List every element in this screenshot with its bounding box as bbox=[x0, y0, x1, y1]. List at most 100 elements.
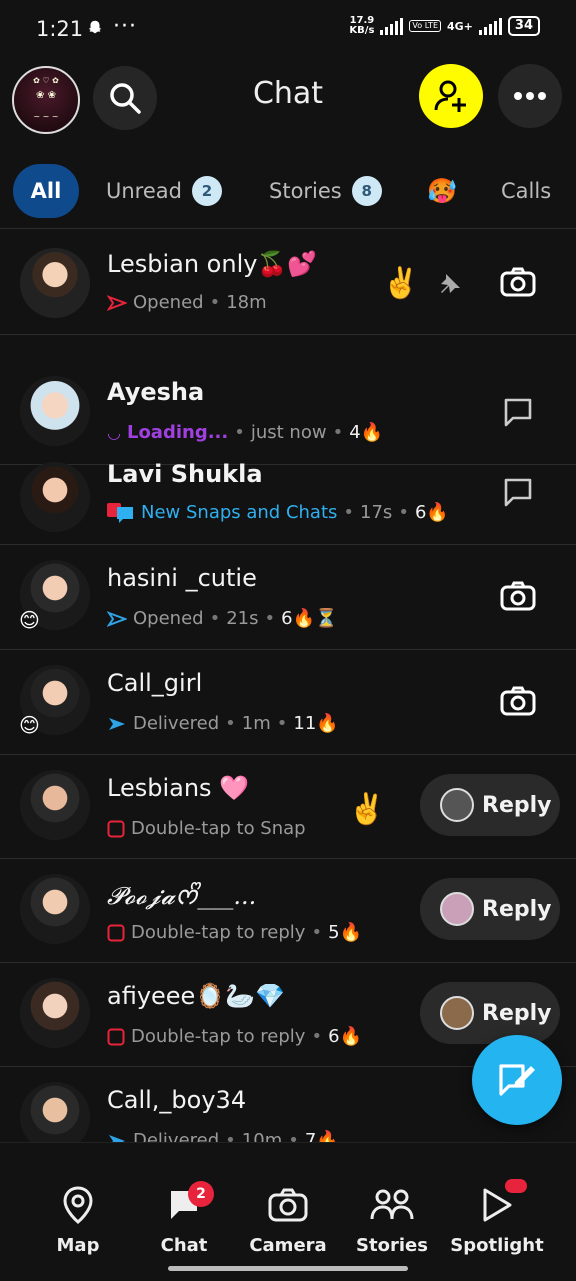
chat-row[interactable]: 😊 Call_girl Delivered • 1m • 11🔥 bbox=[0, 649, 576, 753]
camera-button[interactable] bbox=[498, 576, 538, 616]
camera-icon bbox=[500, 267, 536, 297]
status-icons: 17.9 KB/s Vo LTE 4G+ 34 bbox=[349, 16, 540, 36]
chat-status: Double-tap to Snap bbox=[107, 818, 306, 839]
net-speed: 17.9 KB/s bbox=[349, 16, 374, 36]
chat-time: 17s bbox=[360, 502, 393, 523]
opened-arrow-icon bbox=[107, 610, 127, 627]
signal-icon bbox=[380, 17, 404, 35]
chat-status: ◡ Loading... • just now • 4🔥 bbox=[107, 422, 384, 443]
chat-time: 10m bbox=[241, 1130, 283, 1142]
chat-button[interactable] bbox=[498, 472, 538, 512]
nav-label: Map bbox=[56, 1235, 100, 1256]
chat-name: Lavi Shukla bbox=[107, 460, 263, 488]
camera-icon bbox=[500, 581, 536, 611]
chat-status: Double-tap to reply • 6🔥 bbox=[107, 1026, 362, 1047]
chat-bubble-icon bbox=[504, 398, 532, 427]
streak-count: 6🔥⏳ bbox=[281, 608, 338, 629]
nav-stories[interactable]: Stories bbox=[344, 1183, 440, 1256]
chat-name: Call_girl bbox=[107, 669, 203, 697]
nav-camera[interactable]: Camera bbox=[240, 1183, 336, 1256]
more-icon bbox=[514, 92, 546, 100]
chat-time: 1m bbox=[241, 713, 271, 734]
tab-calls[interactable]: Calls bbox=[501, 162, 551, 220]
streak-count: 6🔥 bbox=[414, 502, 449, 523]
reply-label: Reply bbox=[482, 1000, 552, 1026]
chat-row[interactable]: Lesbians 🩷 Double-tap to Snap ✌️ Reply bbox=[0, 754, 576, 858]
reply-button[interactable]: Reply bbox=[420, 982, 560, 1044]
chat-name: afiyeee🪞🦢💎 bbox=[107, 982, 285, 1010]
chat-row[interactable]: Lavi Shukla New Snaps and Chats • 17s • … bbox=[0, 446, 576, 544]
victory-hand-icon: ✌️ bbox=[348, 792, 386, 827]
streak-count: 4🔥 bbox=[349, 422, 384, 443]
chat-row[interactable]: 😊 hasini _cutie Opened • 21s • 6🔥⏳ bbox=[0, 544, 576, 648]
nav-chat[interactable]: 2 Chat bbox=[136, 1181, 232, 1256]
status-text: Double-tap to Snap bbox=[131, 818, 306, 839]
tab-emoji[interactable]: 🥵 bbox=[427, 162, 457, 220]
stories-friends-icon bbox=[370, 1189, 414, 1220]
chat-name: 𝓟𝓸𝓸𝓳𝓪ᰔᩚ___... bbox=[107, 882, 257, 910]
chat-name: Call,_boy34 bbox=[107, 1086, 247, 1114]
chat-name: hasini _cutie bbox=[107, 564, 257, 592]
chat-time: 18m bbox=[226, 292, 267, 313]
snapchat-ghost-icon bbox=[86, 19, 104, 42]
status-text: Delivered bbox=[133, 1130, 220, 1142]
reply-button[interactable]: Reply bbox=[420, 774, 560, 836]
tab-unread[interactable]: Unread 2 bbox=[106, 162, 222, 220]
camera-button[interactable] bbox=[498, 262, 538, 302]
pin-icon bbox=[436, 270, 464, 306]
reply-button[interactable]: Reply bbox=[420, 878, 560, 940]
chat-row[interactable]: 𝓟𝓸𝓸𝓳𝓪ᰔᩚ___... Double-tap to reply • 5🔥 R… bbox=[0, 858, 576, 962]
chat-status: Delivered • 10m • 7🔥 bbox=[107, 1130, 339, 1142]
chat-button[interactable] bbox=[498, 392, 538, 432]
delivered-arrow-icon bbox=[109, 717, 125, 730]
nav-label: Chat bbox=[160, 1235, 208, 1256]
streak-count: 11🔥 bbox=[293, 713, 339, 734]
chat-status: New Snaps and Chats • 17s • 6🔥 bbox=[107, 502, 449, 523]
chat-status: Double-tap to reply • 5🔥 bbox=[107, 922, 362, 943]
net-speed-unit: KB/s bbox=[349, 25, 375, 36]
home-indicator[interactable] bbox=[168, 1266, 408, 1271]
avatar bbox=[20, 462, 90, 532]
chat-status: Opened • 18m bbox=[107, 292, 267, 313]
tab-label: All bbox=[30, 179, 62, 203]
status-text: Opened bbox=[133, 292, 204, 313]
avatar bbox=[20, 1082, 90, 1142]
stories-count-badge: 8 bbox=[351, 176, 382, 206]
camera-button[interactable] bbox=[498, 681, 538, 721]
volte-badge: Vo LTE bbox=[409, 20, 441, 32]
reply-label: Reply bbox=[482, 792, 552, 818]
battery-icon: 34 bbox=[507, 16, 540, 36]
status-time: 1:21 bbox=[36, 17, 84, 41]
status-text: Delivered bbox=[133, 713, 220, 734]
signal-icon-2 bbox=[478, 17, 502, 35]
avatar bbox=[20, 978, 90, 1048]
tab-label: Unread bbox=[106, 179, 182, 203]
new-chat-button[interactable] bbox=[472, 1035, 562, 1125]
camera-icon bbox=[500, 686, 536, 716]
reply-avatar bbox=[440, 996, 474, 1030]
chat-badge: 2 bbox=[188, 1181, 214, 1207]
avatar bbox=[20, 770, 90, 840]
tab-label: Stories bbox=[269, 179, 342, 203]
chat-name: Lesbians 🩷 bbox=[107, 774, 250, 802]
tab-stories[interactable]: Stories 8 bbox=[269, 162, 382, 220]
snap-square-icon bbox=[107, 820, 125, 837]
nav-spotlight[interactable]: Spotlight bbox=[449, 1179, 545, 1256]
chat-row[interactable]: Lesbian only🍒💕 Opened • 18m ✌️ bbox=[0, 228, 576, 334]
spotlight-notification-dot bbox=[505, 1179, 527, 1193]
tab-label: Calls bbox=[501, 179, 552, 203]
chat-square-icon bbox=[107, 924, 125, 941]
chat-status: Opened • 21s • 6🔥⏳ bbox=[107, 608, 337, 629]
add-friend-button[interactable] bbox=[419, 64, 483, 128]
tab-label: 🥵 bbox=[427, 177, 457, 205]
status-text: Loading... bbox=[126, 422, 229, 443]
more-button[interactable] bbox=[498, 64, 562, 128]
loading-icon: ◡ bbox=[107, 423, 121, 442]
chat-list[interactable]: Lesbian only🍒💕 Opened • 18m ✌️ Ayesha ◡ … bbox=[0, 228, 576, 1142]
nav-map[interactable]: Map bbox=[30, 1183, 126, 1256]
reply-avatar bbox=[440, 892, 474, 926]
notification-dots: ··· bbox=[113, 14, 137, 39]
chat-header: ✿ ♡ ✿ ❀ ❀ ~ ~ ~ Chat bbox=[0, 62, 576, 134]
tab-all[interactable]: All bbox=[13, 164, 79, 218]
new-snaps-chats-icon bbox=[107, 502, 133, 523]
